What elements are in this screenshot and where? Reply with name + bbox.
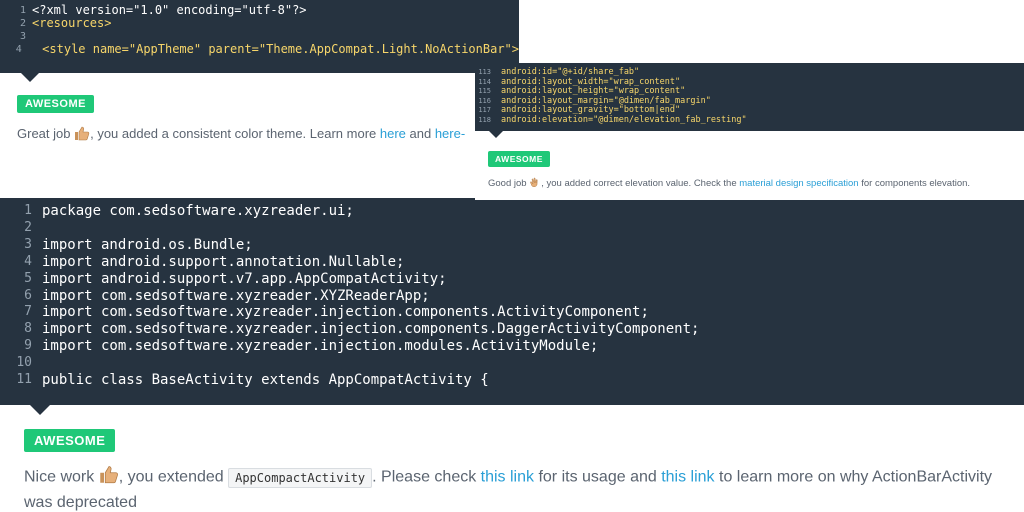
code-line: 6 import com.sedsoftware.xyzreader.XYZRea…: [24, 287, 430, 304]
code-line: 9 import com.sedsoftware.xyzreader.inject…: [24, 338, 599, 355]
awesome-badge: AWESOME: [488, 151, 550, 167]
clapping-hands-icon: [529, 176, 541, 191]
code-snippet: 1 package com.sedsoftware.xyzreader.ui; 2…: [0, 198, 1024, 405]
thumbs-up-icon: [99, 464, 119, 491]
code-line: 11 public class BaseActivity extends AppC…: [16, 372, 489, 389]
review-comment: Nice work , you extended AppCompactActiv…: [24, 464, 1014, 512]
callout-pointer: [489, 131, 503, 138]
code-line: 2 <resources>: [19, 16, 112, 30]
code-line: 7 import com.sedsoftware.xyzreader.inject…: [24, 304, 649, 321]
review-card-elevation: 113 android:id="@+id/share_fab" 114 androi…: [475, 63, 1024, 200]
thumbs-up-icon: [74, 125, 90, 144]
review-card-base-activity: 1 package com.sedsoftware.xyzreader.ui; 2…: [0, 198, 1024, 512]
code-line: 3 import android.os.Bundle;: [24, 236, 253, 253]
review-card-color-theme: 1 <?xml version="1.0" encoding="utf-8"?> …: [0, 0, 519, 200]
inline-code: AppCompactActivity: [228, 467, 373, 488]
code-line: 2: [24, 219, 32, 235]
usage-link[interactable]: this link: [481, 469, 534, 486]
code-line: 10: [16, 355, 32, 371]
code-snippet: 113 android:id="@+id/share_fab" 114 androi…: [475, 63, 1024, 131]
deprecation-link[interactable]: this link: [661, 469, 714, 486]
callout-pointer: [30, 405, 50, 415]
code-snippet: 1 <?xml version="1.0" encoding="utf-8"?> …: [0, 0, 519, 73]
code-line: 4 <style name="AppTheme" parent="Theme.A…: [15, 42, 519, 56]
code-line: 1 package com.sedsoftware.xyzreader.ui;: [24, 203, 354, 219]
review-comment: Great job , you added a consistent color…: [17, 125, 465, 144]
material-design-spec-link[interactable]: material design specification: [739, 178, 858, 189]
code-line: 8 import com.sedsoftware.xyzreader.inject…: [24, 321, 700, 338]
here-link-2[interactable]: here-: [435, 126, 465, 141]
code-line: 5 import android.support.v7.app.AppCompat…: [24, 270, 447, 287]
review-comment: Good job , you added correct elevation v…: [488, 176, 970, 191]
code-line: 118 android:elevation="@dimen/elevation_f…: [478, 114, 747, 125]
code-line: 4 import android.support.annotation.Nulla…: [24, 253, 405, 270]
here-link[interactable]: here: [380, 126, 406, 141]
callout-pointer: [21, 73, 39, 82]
awesome-badge: AWESOME: [17, 95, 94, 113]
awesome-badge: AWESOME: [24, 429, 116, 452]
